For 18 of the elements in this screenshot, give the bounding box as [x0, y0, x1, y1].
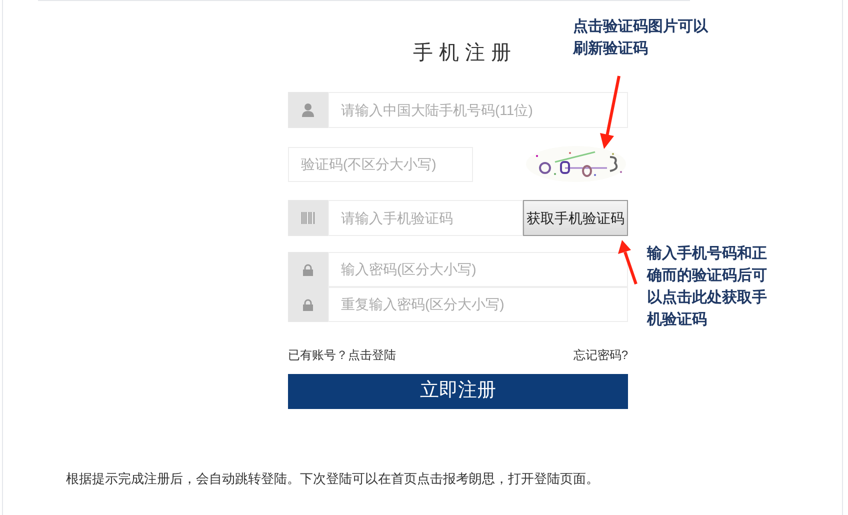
login-link[interactable]: 已有账号？点击登陆 — [288, 346, 396, 364]
phone-field[interactable]: 请输入中国大陆手机号码(11位) — [328, 92, 628, 128]
annotation-text: 点击验证码图片可以刷新验证码 — [573, 17, 710, 59]
sms-code-field[interactable]: 请输入手机验证码 — [328, 200, 523, 236]
lock-icon — [303, 298, 313, 310]
note-text: 根据提示完成注册后，会自动跳转登陆。下次登陆可以在首页点击报考朗思，打开登陆页面。 — [66, 470, 600, 488]
forgot-password-link[interactable]: 忘记密码? — [573, 346, 628, 364]
captcha-field[interactable]: 验证码(不区分大小写) — [288, 146, 473, 182]
user-icon — [302, 103, 314, 117]
barcode-icon — [301, 212, 315, 224]
page-title: 手机注册 — [413, 41, 517, 66]
get-code-button[interactable]: 获取手机验证码 — [523, 200, 628, 236]
password-field[interactable]: 输入密码(区分大小写) — [328, 252, 628, 287]
password-field[interactable]: 重复输入密码(区分大小写) — [328, 287, 628, 322]
annotation-text: 输入手机号码和正确而的验证码后可以点击此处获取手机验证码 — [647, 244, 768, 330]
lock-icon — [303, 264, 313, 276]
register-button[interactable]: 立即注册 — [288, 374, 628, 409]
annotation-arrow — [618, 240, 638, 284]
